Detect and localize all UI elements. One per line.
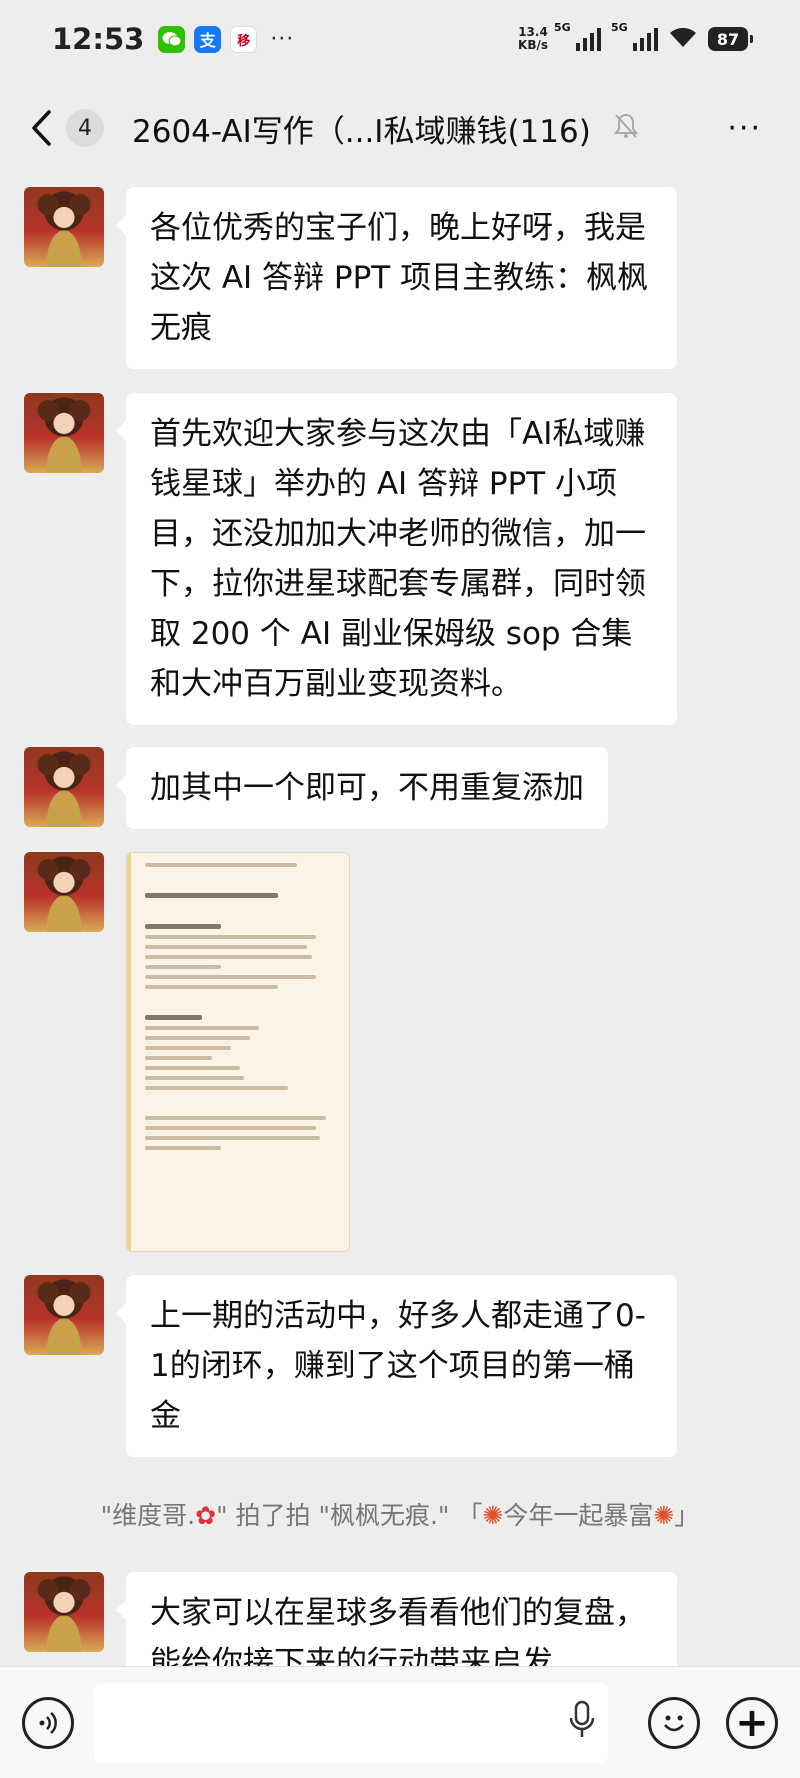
mic-icon[interactable] xyxy=(568,1700,596,1744)
more-options-icon[interactable]: ··· xyxy=(727,111,762,146)
pat-notification: "维度哥.✿" 拍了拍 "枫枫无痕." 「✺今年一起暴富✺」 xyxy=(0,1496,800,1532)
status-bar: 12:53 支 移 ··· 13.4 KB/s 5G 5G 87 xyxy=(0,0,800,78)
avatar[interactable] xyxy=(24,187,104,267)
pat-close: 」 xyxy=(674,1501,700,1530)
wifi-icon xyxy=(668,25,698,53)
message-item: 大家可以在星球多看看他们的复盘，能给你接下来的行动带来启发 xyxy=(24,1572,677,1666)
network-speed-unit: KB/s xyxy=(518,38,548,52)
avatar[interactable] xyxy=(24,747,104,827)
message-item: 各位优秀的宝子们，晚上好呀，我是这次 AI 答辩 PPT 项目主教练：枫枫无痕 xyxy=(24,187,677,369)
firework-icon: ✺ xyxy=(653,1501,675,1530)
message-item: 加其中一个即可，不用重复添加 xyxy=(24,747,608,829)
message-bubble[interactable]: 上一期的活动中，好多人都走通了0-1的闭环，赚到了这个项目的第一桶金 xyxy=(116,1275,677,1457)
message-item: 上一期的活动中，好多人都走通了0-1的闭环，赚到了这个项目的第一桶金 xyxy=(24,1275,677,1457)
sim2-label: 5G xyxy=(611,21,628,34)
mute-bell-icon xyxy=(613,112,639,144)
firework-icon: ✺ xyxy=(482,1501,504,1530)
pat-actor: "维度哥. xyxy=(100,1501,196,1530)
chat-header: 4 2604-AI写作（...I私域赚钱(116) ··· xyxy=(0,78,800,178)
sim1-signal-icon: 5G xyxy=(554,21,601,51)
message-bubble[interactable]: 加其中一个即可，不用重复添加 xyxy=(116,747,608,829)
input-bar: + xyxy=(0,1666,800,1778)
status-time: 12:53 xyxy=(52,22,145,56)
avatar[interactable] xyxy=(24,393,104,473)
message-bubble[interactable]: 大家可以在星球多看看他们的复盘，能给你接下来的行动带来启发 xyxy=(116,1572,677,1666)
china-mobile-icon: 移 xyxy=(230,25,258,53)
wechat-icon xyxy=(158,25,186,53)
emoji-icon[interactable] xyxy=(648,1696,700,1749)
avatar[interactable] xyxy=(24,852,104,932)
chat-title[interactable]: 2604-AI写作（...I私域赚钱(116) xyxy=(132,106,591,151)
pat-action: " 拍了拍 "枫枫无痕." 「 xyxy=(216,1501,483,1530)
flower-icon: ✿ xyxy=(195,1501,217,1530)
avatar[interactable] xyxy=(24,1572,104,1652)
message-item xyxy=(24,852,350,1252)
message-list[interactable]: 各位优秀的宝子们，晚上好呀，我是这次 AI 答辩 PPT 项目主教练：枫枫无痕 … xyxy=(0,178,800,1666)
pat-suffix: 今年一起暴富 xyxy=(503,1501,654,1530)
status-right: 13.4 KB/s 5G 5G 87 xyxy=(518,21,753,53)
voice-icon[interactable] xyxy=(22,1696,74,1749)
image-message[interactable] xyxy=(126,852,350,1252)
back-icon[interactable] xyxy=(30,108,60,148)
sim2-signal-icon: 5G xyxy=(611,21,658,51)
message-bubble[interactable]: 各位优秀的宝子们，晚上好呀，我是这次 AI 答辩 PPT 项目主教练：枫枫无痕 xyxy=(116,187,677,369)
sim1-label: 5G xyxy=(554,21,571,34)
battery-icon: 87 xyxy=(708,27,753,51)
message-input[interactable] xyxy=(94,1682,608,1763)
message-item: 首先欢迎大家参与这次由「AI私域赚钱星球」举办的 AI 答辩 PPT 小项目，还… xyxy=(24,393,677,725)
network-speed: 13.4 KB/s xyxy=(518,26,548,52)
message-bubble[interactable]: 首先欢迎大家参与这次由「AI私域赚钱星球」举办的 AI 答辩 PPT 小项目，还… xyxy=(116,393,677,725)
avatar[interactable] xyxy=(24,1275,104,1355)
status-more-icon: ··· xyxy=(270,26,295,52)
alipay-icon: 支 xyxy=(194,25,222,53)
plus-icon[interactable]: + xyxy=(726,1696,778,1749)
unread-count-badge[interactable]: 4 xyxy=(66,109,104,147)
